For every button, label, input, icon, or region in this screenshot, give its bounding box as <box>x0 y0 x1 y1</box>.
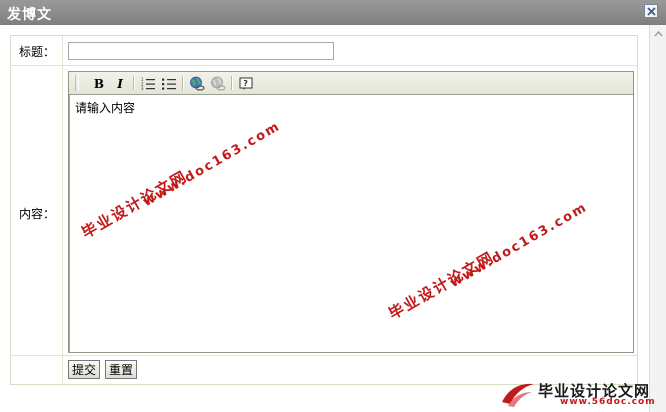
svg-text:?: ? <box>243 79 248 88</box>
bold-button[interactable]: B <box>90 75 108 92</box>
vertical-scrollbar[interactable] <box>649 25 666 412</box>
unordered-list-button[interactable] <box>160 75 178 92</box>
column-divider <box>62 36 63 384</box>
scroll-up-button[interactable] <box>651 27 665 41</box>
editor-toolbar: B I 1 2 3 ? <box>69 72 633 95</box>
italic-button[interactable]: I <box>111 75 129 92</box>
toolbar-separator <box>231 76 233 90</box>
content-placeholder: 请输入内容 <box>75 101 136 115</box>
content-label: 内容： <box>19 207 56 221</box>
toolbar-separator <box>182 76 184 90</box>
help-icon: ? <box>239 77 253 90</box>
ordered-list-button[interactable]: 1 2 3 <box>139 75 157 92</box>
unordered-list-icon <box>162 78 176 90</box>
site-logo: 毕业设计论文网 www.56doc.com <box>498 378 658 408</box>
ordered-list-icon: 1 2 3 <box>141 77 155 90</box>
content-editor-area[interactable]: 请输入内容 <box>69 95 633 352</box>
logo-url: www.56doc.com <box>560 397 656 407</box>
post-form: 标题： 内容： B I 1 2 3 ? 请输入内容 提交 重置 <box>10 35 638 385</box>
svg-text:3: 3 <box>141 86 144 90</box>
rich-text-editor: B I 1 2 3 ? 请输入内容 <box>68 71 634 353</box>
insert-link-icon <box>190 76 205 91</box>
row-divider <box>11 65 637 66</box>
window-title: 发博文 <box>7 7 52 23</box>
help-button[interactable]: ? <box>237 75 255 92</box>
reset-button[interactable]: 重置 <box>105 360 138 379</box>
submit-button[interactable]: 提交 <box>68 360 101 379</box>
close-button[interactable] <box>644 4 658 18</box>
chevron-up-icon <box>653 31 663 37</box>
toolbar-separator <box>133 76 135 90</box>
bold-icon: B <box>93 76 105 91</box>
logo-swoosh-icon <box>502 383 534 407</box>
title-label: 标题： <box>19 45 56 59</box>
toolbar-grip <box>75 75 79 91</box>
window-titlebar: 发博文 <box>0 0 666 25</box>
italic-icon: I <box>117 76 123 91</box>
remove-link-button[interactable] <box>209 75 227 92</box>
row-divider <box>11 355 637 356</box>
remove-link-icon <box>211 76 226 91</box>
title-input[interactable] <box>68 42 334 60</box>
close-icon <box>646 6 656 16</box>
insert-link-button[interactable] <box>188 75 206 92</box>
